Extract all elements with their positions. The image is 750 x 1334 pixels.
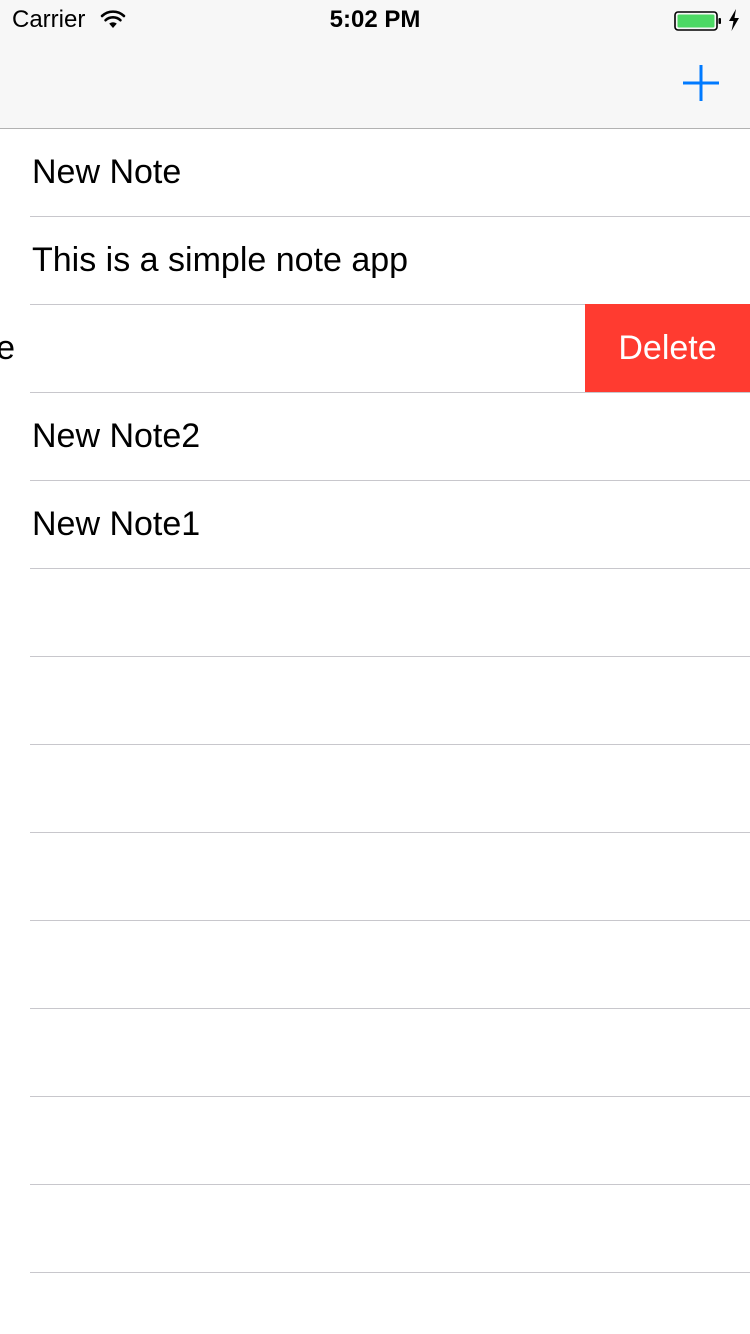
add-note-button[interactable] bbox=[676, 58, 726, 108]
note-row[interactable]: New Note bbox=[30, 129, 750, 217]
battery-icon bbox=[674, 11, 721, 31]
empty-row bbox=[30, 569, 750, 657]
note-title: This is a simple note app bbox=[32, 241, 409, 279]
delete-button[interactable]: Delete bbox=[585, 304, 750, 392]
note-row[interactable]: e Delete bbox=[0, 304, 750, 393]
empty-row bbox=[30, 921, 750, 1009]
note-title: e bbox=[0, 329, 15, 367]
status-time: 5:02 PM bbox=[329, 6, 421, 33]
note-title: New Note bbox=[32, 153, 182, 191]
note-title: New Note2 bbox=[32, 417, 201, 455]
navigation-bar bbox=[0, 40, 750, 129]
notes-table: New Note This is a simple note app e Delete… bbox=[0, 129, 750, 1273]
empty-row bbox=[30, 833, 750, 921]
charging-icon bbox=[729, 9, 739, 31]
note-row[interactable]: This is a simple note app bbox=[30, 217, 750, 305]
plus-icon bbox=[683, 65, 719, 101]
empty-row bbox=[30, 1185, 750, 1273]
empty-row bbox=[30, 745, 750, 833]
empty-row bbox=[30, 1097, 750, 1185]
empty-row bbox=[30, 1009, 750, 1097]
note-title: New Note1 bbox=[32, 505, 201, 543]
note-row[interactable]: New Note1 bbox=[30, 481, 750, 569]
empty-row bbox=[30, 657, 750, 745]
note-row[interactable]: New Note2 bbox=[30, 393, 750, 481]
status-bar: Carrier 5:02 PM bbox=[0, 0, 750, 40]
notes-screen: Carrier 5:02 PM New Note This is a simple… bbox=[0, 0, 750, 1334]
